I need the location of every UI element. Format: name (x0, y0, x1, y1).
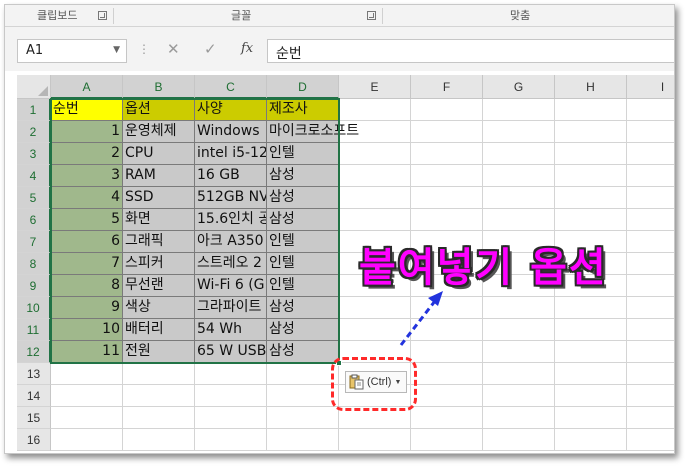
arrow-annotation (399, 291, 443, 346)
excel-window: 클립보드 글꼴 맞춤 A1 ▼ ⋮ ✕ ✓ fx 순번 ABCDEFGHI123… (4, 4, 675, 454)
